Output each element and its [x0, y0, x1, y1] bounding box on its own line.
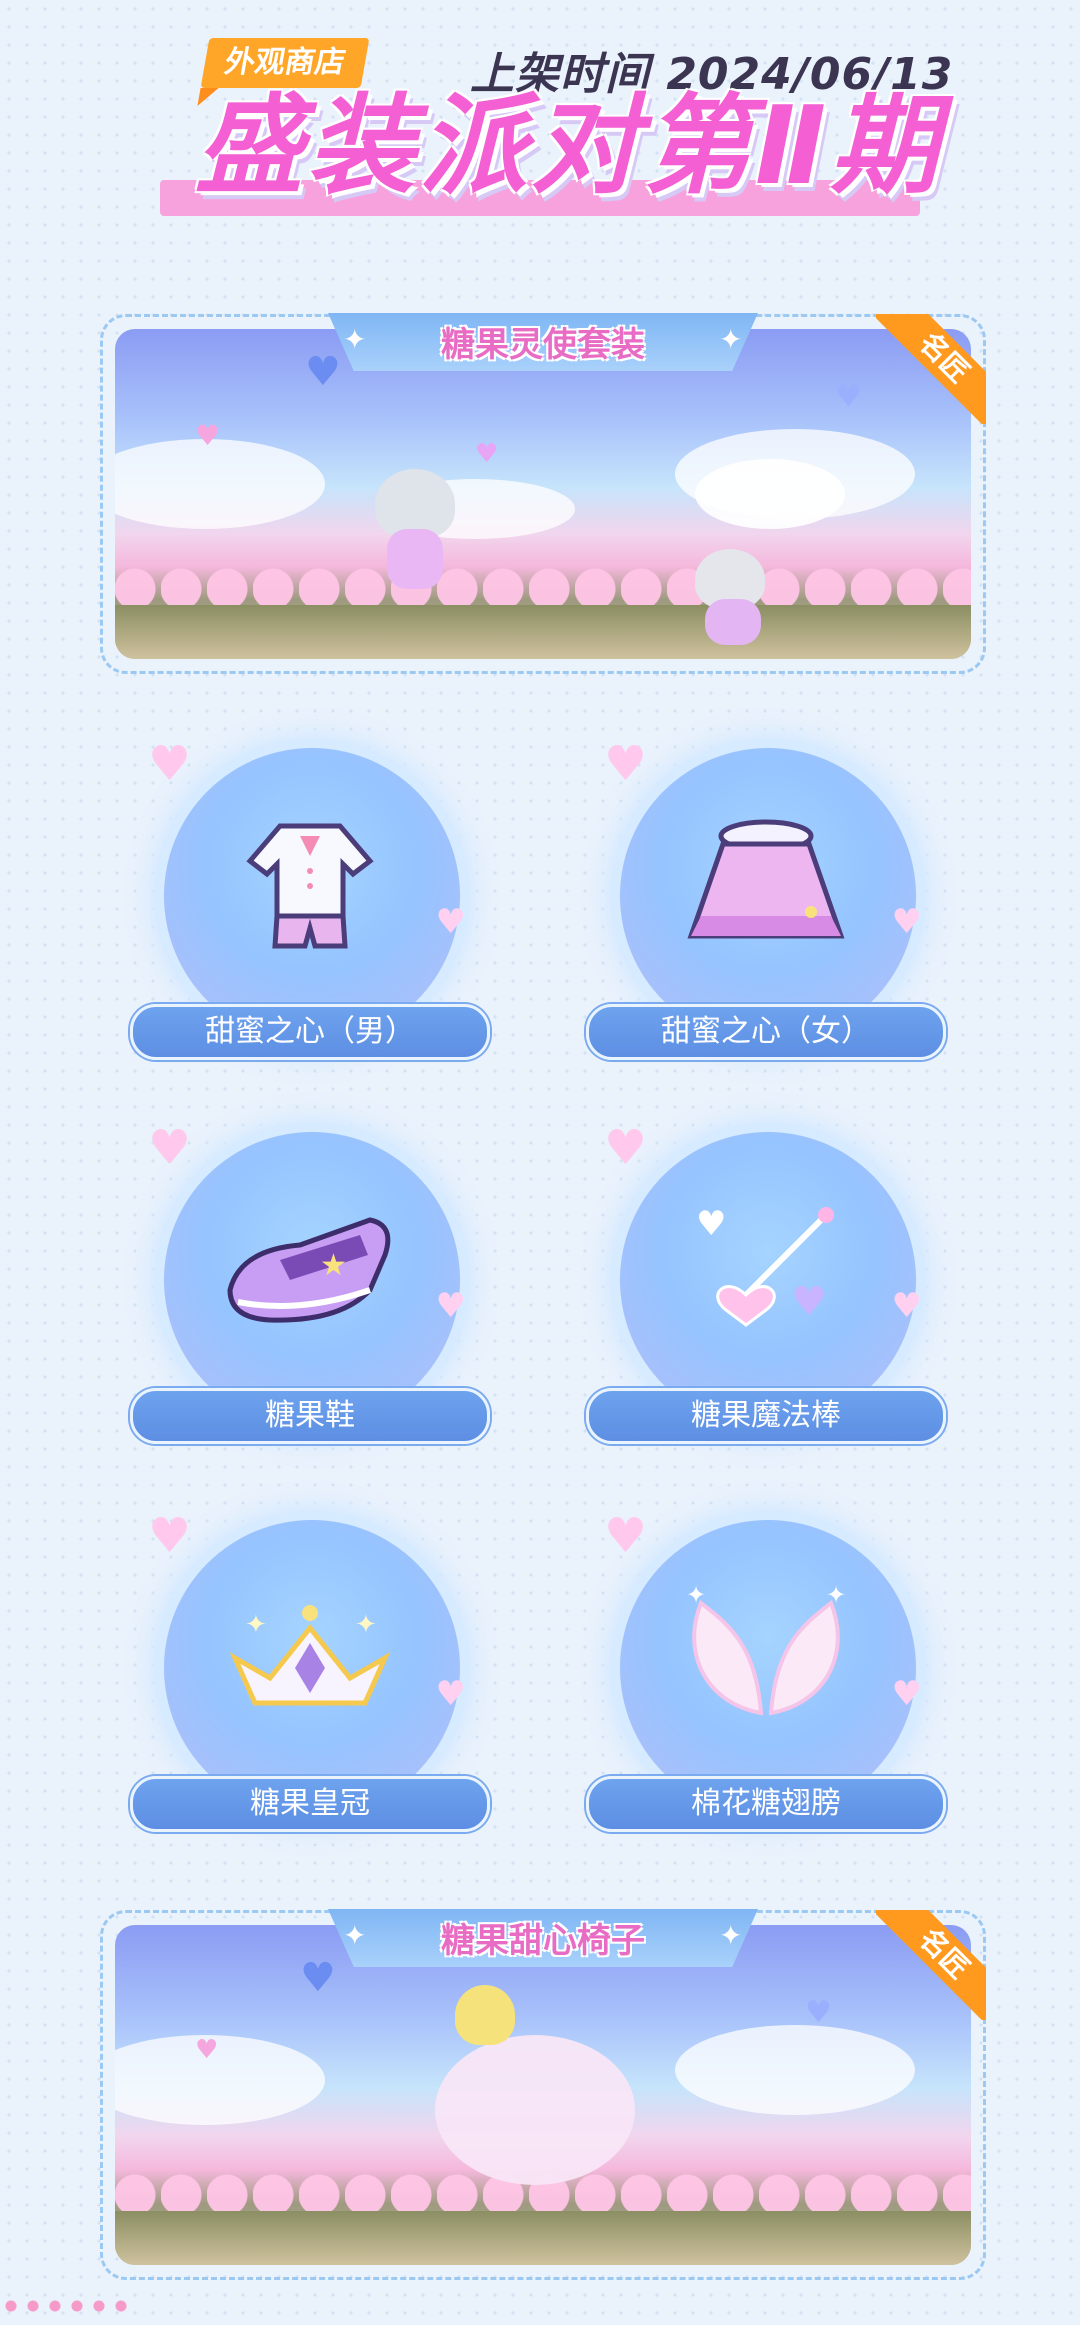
- item-card[interactable]: ♥ ♥ ♥ ♥ 糖果魔法棒: [586, 1110, 946, 1450]
- banner-title-plate: 糖果甜心椅子: [328, 1909, 758, 1967]
- heart-icon: ♥: [435, 1286, 466, 1326]
- sparkle-icon: ✦: [343, 323, 367, 356]
- heart-icon: ♥: [195, 419, 221, 452]
- item-card[interactable]: ♥ ♥ ✦ ✦ 棉花糖翅膀: [586, 1498, 946, 1838]
- shop-tag: 外观商店: [200, 38, 370, 88]
- heart-icon: ♥: [148, 1120, 192, 1176]
- master-badge: 名匠: [876, 314, 986, 424]
- banner-title: 糖果灵使套装: [441, 325, 645, 365]
- item-label: 糖果鞋: [130, 1388, 490, 1444]
- item-label: 棉花糖翅膀: [586, 1776, 946, 1832]
- heart-icon: ♥: [891, 902, 922, 942]
- svg-text:✦: ✦: [686, 1583, 706, 1609]
- item-card[interactable]: ♥ ♥ 甜蜜之心（女）: [586, 726, 946, 1066]
- svg-text:✦: ✦: [245, 1610, 267, 1640]
- wings-icon: ✦ ✦: [686, 1583, 846, 1716]
- decor-dots: [0, 2296, 130, 2316]
- chair-graphic: [435, 2035, 635, 2185]
- heart-icon: ♥: [305, 349, 341, 395]
- heart-icon: ♥: [435, 1674, 466, 1714]
- heart-icon: ♥: [604, 736, 648, 792]
- banner-chair-scene: ♥ ♥ ♥: [115, 1925, 971, 2265]
- item-label: 甜蜜之心（女）: [586, 1004, 946, 1060]
- banner-title: 糖果甜心椅子: [441, 1921, 645, 1961]
- sparkle-icon: ✦: [719, 1919, 743, 1952]
- item-card[interactable]: ♥ ♥ 甜蜜之心（男）: [130, 726, 490, 1066]
- item-card[interactable]: ♥ ♥ ✦ ✦ 糖果皇冠: [130, 1498, 490, 1838]
- heart-icon: ♥: [604, 1120, 648, 1176]
- heart-icon: ♥: [604, 1508, 648, 1564]
- heart-icon: ♥: [195, 2035, 219, 2065]
- page-title: 盛装派对第Ⅱ期: [195, 84, 943, 209]
- heart-icon: ♥: [300, 1955, 336, 2001]
- svg-text:♥: ♥: [696, 1204, 726, 1244]
- character-rider: [455, 1985, 515, 2045]
- heart-icon: ♥: [805, 1995, 832, 2030]
- magic-wand-icon: ♥ ♥: [696, 1204, 834, 1327]
- shoe-icon: ★: [227, 1217, 391, 1323]
- svg-text:♥: ♥: [791, 1279, 827, 1325]
- svg-text:✦: ✦: [826, 1583, 846, 1609]
- girl-dress-icon: [687, 819, 845, 939]
- heart-icon: ♥: [891, 1286, 922, 1326]
- svg-text:★: ★: [320, 1248, 347, 1283]
- heart-icon: ♥: [148, 736, 192, 792]
- item-label: 糖果魔法棒: [586, 1388, 946, 1444]
- item-label: 糖果皇冠: [130, 1776, 490, 1832]
- banner-outfit-scene: ♥ ♥ ♥ ♥: [115, 329, 971, 659]
- heart-icon: ♥: [475, 439, 499, 469]
- heart-icon: ♥: [891, 1674, 922, 1714]
- item-card[interactable]: ♥ ♥ ★ 糖果鞋: [130, 1110, 490, 1450]
- banner-outfit-set[interactable]: ♥ ♥ ♥ ♥ 糖果灵使套装 ✦ ✦ 名匠: [100, 313, 986, 674]
- boy-outfit-icon: [246, 823, 374, 949]
- crown-icon: ✦ ✦: [229, 1605, 391, 1706]
- svg-text:✦: ✦: [355, 1610, 377, 1640]
- banner-title-plate: 糖果灵使套装: [328, 313, 758, 371]
- heart-icon: ♥: [435, 902, 466, 942]
- sparkle-icon: ✦: [719, 323, 743, 356]
- master-badge: 名匠: [876, 1910, 986, 2020]
- sparkle-icon: ✦: [343, 1919, 367, 1952]
- heart-icon: ♥: [835, 379, 862, 414]
- banner-chair[interactable]: ♥ ♥ ♥ 糖果甜心椅子 ✦ ✦ 名匠: [100, 1909, 986, 2280]
- heart-icon: ♥: [148, 1508, 192, 1564]
- item-label: 甜蜜之心（男）: [130, 1004, 490, 1060]
